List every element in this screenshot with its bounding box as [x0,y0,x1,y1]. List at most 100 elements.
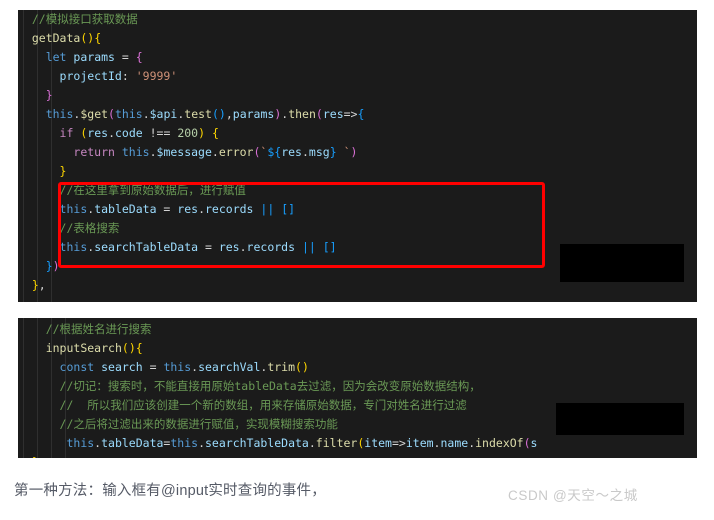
code-token: { [211,126,219,140]
code-line: if (res.code !== 200) { [18,124,697,143]
code-token: || [301,240,316,254]
code-token: inputSearch [45,341,122,355]
code-token: $get [80,107,109,121]
code-token: ( [315,107,323,121]
screenshot-root: //模拟接口获取数据 getData () { let params = { pro… [0,0,714,520]
code-line: //根据姓名进行搜索 [18,320,697,339]
code-token: . [211,145,219,159]
code-line: this.tableData = res.records || [] [18,200,697,219]
code-token: || [260,202,275,216]
code-token: //在这里拿到原始数据后，进行赋值 [18,183,246,197]
code-token: searchVal [198,360,261,374]
code-token: } [31,278,39,292]
code-token: ` [336,145,351,159]
code-token: $api [149,107,178,121]
redaction-box-2 [556,403,684,435]
code-token: error [218,145,254,159]
code-token: then [288,107,316,121]
code-token: res [218,240,240,254]
code-token: params [73,50,115,64]
code-token: ( [121,341,129,355]
code-token: this [66,436,95,450]
code-token: [] [281,202,296,216]
code-token: = [142,360,164,374]
code-token: this [163,360,192,374]
code-token: records [246,240,296,254]
code-token: tableData [94,202,157,216]
code-token: test [184,107,212,121]
code-token: => [391,436,406,450]
code-token: searchTableData [94,240,199,254]
code-token: ${ [267,145,282,159]
code-token: } [45,259,53,273]
code-token: filter [315,436,358,450]
code-token: this [170,436,199,450]
code-token: search [101,360,143,374]
code-token: . [198,202,205,216]
code-token: res [281,145,302,159]
code-token: . [142,107,150,121]
code-token: res [177,202,199,216]
code-token: //表格搜索 [18,221,120,235]
code-block-secondary: //根据姓名进行搜索 inputSearch() { const search =… [18,318,697,458]
code-token: indexOf [475,436,524,450]
code-token: this [59,240,88,254]
code-token: //模拟接口获取数据 [18,12,138,26]
code-line: let params = { [18,48,697,67]
code-token: '9999' [135,69,178,83]
code-token: = [156,202,178,216]
code-line: } [18,162,697,181]
code-token: . [198,436,205,450]
code-token: let [45,50,67,64]
code-token: getData [31,31,81,45]
code-line: //模拟接口获取数据 [18,10,697,29]
code-token: . [308,436,316,450]
code-token: return [73,145,115,159]
code-text-secondary[interactable]: //根据姓名进行搜索 inputSearch() { const search =… [18,318,697,458]
code-token: = [198,240,219,254]
code-token: { [135,50,143,64]
code-token: } [32,455,39,458]
code-line: //表格搜索 [18,219,697,238]
redaction-box-1 [560,244,684,282]
code-token: res [322,107,344,121]
code-token: } [59,164,67,178]
code-token: searchTableData [205,436,309,450]
code-token: . [108,126,115,140]
code-token: tableData [101,436,164,450]
code-token: params [232,107,275,121]
code-line: projectId: '9999' [18,67,697,86]
code-token: res [87,126,109,140]
code-token: this [121,145,150,159]
code-token: $message [156,145,212,159]
code-token: this [114,107,143,121]
code-token: } [329,145,337,159]
code-token: ) [301,360,309,374]
code-token: if [59,126,74,140]
code-token: const [59,360,95,374]
code-token: { [135,341,143,355]
code-token: //之后将过滤出来的数据进行赋值，实现模糊搜索功能 [18,417,338,431]
caption-text: 第一种方法：输入框有@input实时查询的事件， [14,483,326,499]
code-token: [] [322,240,337,254]
code-token: item [405,436,434,450]
csdn-watermark: CSDN @天空～之城 [508,488,638,503]
code-token: . [301,145,309,159]
code-token: ( [211,107,219,121]
code-token: this [59,202,88,216]
